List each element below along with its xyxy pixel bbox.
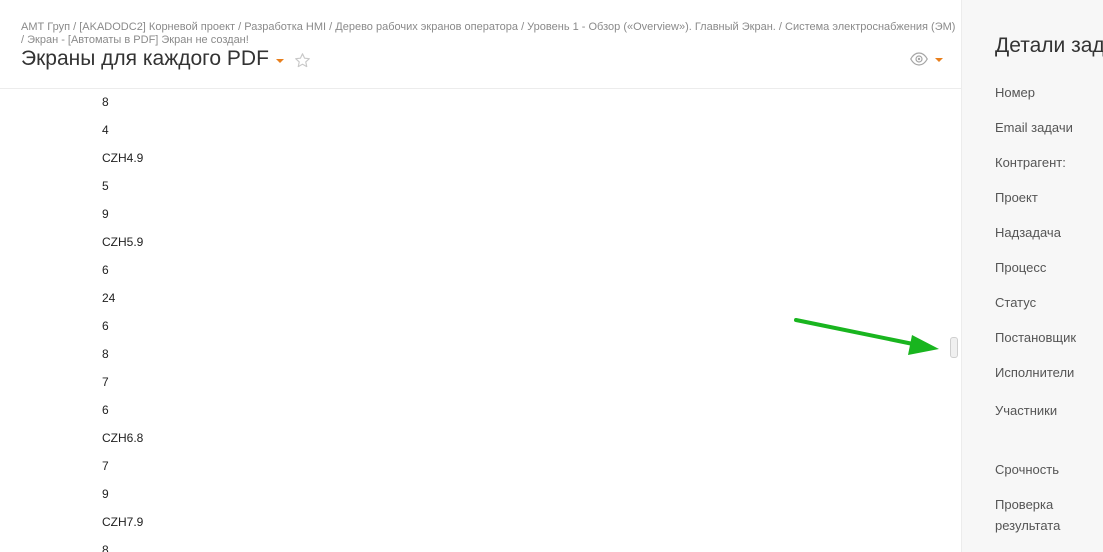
field-label: Проект	[995, 190, 1038, 205]
field-label: Постановщик	[995, 330, 1077, 345]
scrollbar-thumb[interactable]	[950, 337, 958, 358]
value-list: 8 4 CZH4.9 5 9 CZH5.9 6 24 6 8 7 6 CZH6.8 7 9 CZH7.9 8	[102, 95, 143, 552]
view-controls[interactable]	[910, 50, 943, 68]
caret-down-icon[interactable]	[275, 59, 284, 63]
breadcrumb[interactable]: АМТ Груп / [AKADODC2] Корневой проект / …	[21, 21, 956, 47]
list-item: CZH6.8	[102, 431, 144, 445]
main-panel: АМТ Груп / [AKADODC2] Корневой проект / …	[0, 0, 961, 552]
list-item: 8	[102, 543, 109, 552]
list-item: 7	[102, 459, 109, 473]
field-label: Email задачи	[995, 120, 1073, 135]
list-item: CZH5.9	[102, 235, 144, 249]
eye-icon[interactable]	[910, 52, 928, 66]
list-item: 9	[102, 207, 109, 221]
list-item: CZH4.9	[102, 151, 144, 165]
field-label: Процесс	[995, 260, 1047, 275]
list-item: 5	[102, 179, 109, 193]
list-item: 24	[102, 291, 116, 305]
field-label: Проверка результата	[995, 497, 1061, 533]
list-item: 8	[102, 347, 109, 361]
field-label: Надзадача	[995, 225, 1061, 240]
field-label: Срочность	[995, 462, 1059, 477]
caret-down-icon[interactable]	[935, 58, 943, 62]
list-item: 7	[102, 375, 109, 389]
content-area: 8 4 CZH4.9 5 9 CZH5.9 6 24 6 8 7 6 CZH6.8 7 9 CZH7.9 8	[0, 89, 950, 552]
list-item: CZH7.9	[102, 515, 144, 529]
title-row: Экраны для каждого PDF	[21, 45, 311, 73]
field-label: Участники	[995, 403, 1058, 418]
field-label: Контрагент:	[995, 155, 1066, 170]
page-header: АМТ Груп / [AKADODC2] Корневой проект / …	[0, 0, 961, 89]
list-item: 6	[102, 319, 109, 333]
list-item: 9	[102, 487, 109, 501]
field-label: Статус	[995, 295, 1037, 310]
details-title: Детали задачи	[995, 34, 1103, 57]
task-screen: АМТ Груп / [AKADODC2] Корневой проект / …	[0, 0, 1103, 552]
list-item: 8	[102, 95, 109, 109]
star-icon[interactable]	[294, 52, 311, 69]
list-item: 6	[102, 263, 109, 277]
page-title: Экраны для каждого PDF	[21, 47, 269, 70]
field-label: Исполнители	[995, 365, 1075, 380]
field-label: Номер	[995, 85, 1036, 100]
list-item: 4	[102, 123, 109, 137]
details-panel: Детали задачи Номер Email задачи Контраген…	[961, 0, 1103, 552]
list-item: 6	[102, 403, 109, 417]
